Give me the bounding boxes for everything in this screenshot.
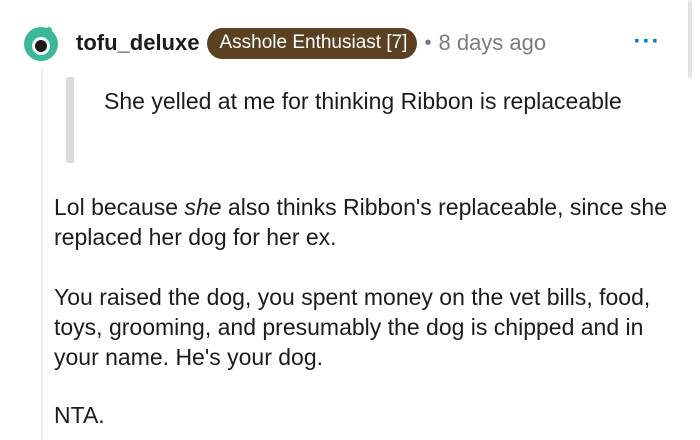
more-options-button[interactable]: ··· [633, 30, 661, 54]
paragraph-1-emphasis: she [184, 194, 222, 220]
snoo-avatar-icon [24, 27, 58, 61]
quoted-text: She yelled at me for thinking Ribbon is … [104, 88, 622, 114]
scrollbar[interactable] [688, 0, 692, 78]
user-flair: Asshole Enthusiast [7] [207, 27, 418, 59]
timestamp: 8 days ago [438, 30, 547, 55]
comment-paragraph-1: Lol because she also thinks Ribbon's rep… [54, 192, 674, 252]
avatar[interactable] [22, 24, 60, 62]
quote-bar [66, 77, 74, 163]
comment-header: tofu_deluxe Asshole Enthusiast [7] • 8 d… [76, 26, 546, 60]
meta-separator: • [424, 31, 432, 54]
username[interactable]: tofu_deluxe [76, 30, 199, 56]
comment-paragraph-2: You raised the dog, you spent money on t… [54, 284, 651, 370]
more-options-icon: ··· [633, 28, 661, 55]
paragraph-1-start: Lol because [54, 194, 185, 220]
thread-line[interactable] [41, 68, 43, 440]
comment-paragraph-3: NTA. [54, 402, 105, 428]
